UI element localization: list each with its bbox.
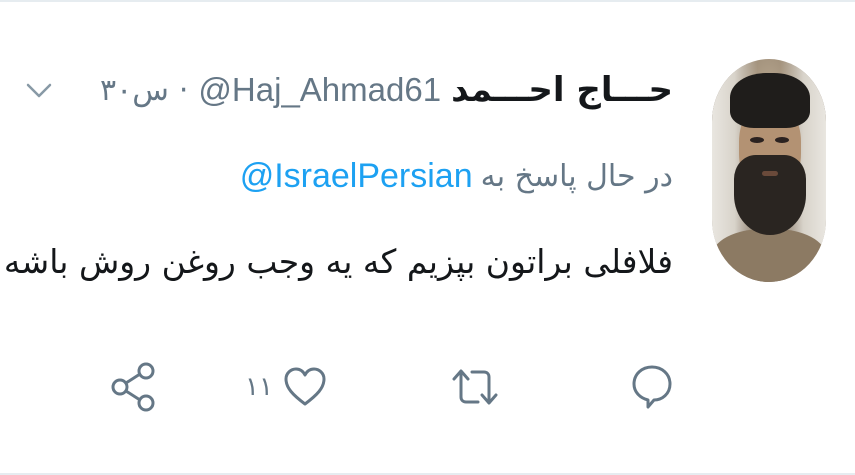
reply-prefix: در حال پاسخ به: [480, 158, 673, 194]
retweet-icon: [452, 369, 498, 405]
share-button[interactable]: [110, 357, 158, 417]
tweet-text: فلافلی براتون بپزیم که یه وجب روغن روش ب…: [0, 242, 673, 281]
reply-mention-link[interactable]: @IsraelPersian: [240, 157, 473, 196]
avatar-hair: [730, 73, 810, 128]
avatar-eye: [750, 137, 764, 143]
heart-icon: [284, 367, 326, 406]
share-icon: [111, 362, 155, 412]
tweet-card[interactable]: حـــاج احـــمد @Haj_Ahmad61 · ۳۰س در حال…: [0, 0, 855, 475]
action-bar: ۱۱: [100, 347, 690, 427]
avatar-shoulders: [712, 229, 826, 282]
like-count: ۱۱: [245, 372, 273, 402]
separator-dot: ·: [178, 72, 189, 108]
reply-icon: [632, 365, 672, 409]
avatar-mouth: [762, 171, 778, 176]
tweet-header: حـــاج احـــمد @Haj_Ahmad61 · ۳۰س: [100, 64, 673, 116]
reply-context: در حال پاسخ به @IsraelPersian: [240, 148, 673, 204]
avatar[interactable]: [712, 59, 826, 282]
like-button[interactable]: ۱۱: [245, 357, 327, 417]
author-name[interactable]: حـــاج احـــمد: [451, 70, 673, 110]
chevron-down-icon[interactable]: [22, 74, 56, 108]
chevron-down-icon-svg: [26, 83, 52, 98]
retweet-button[interactable]: [450, 357, 500, 417]
tweet-timestamp[interactable]: ۳۰س: [100, 73, 169, 108]
avatar-eye: [775, 137, 789, 143]
author-handle[interactable]: @Haj_Ahmad61: [198, 71, 441, 109]
reply-button[interactable]: [630, 357, 674, 417]
avatar-beard: [734, 155, 806, 235]
